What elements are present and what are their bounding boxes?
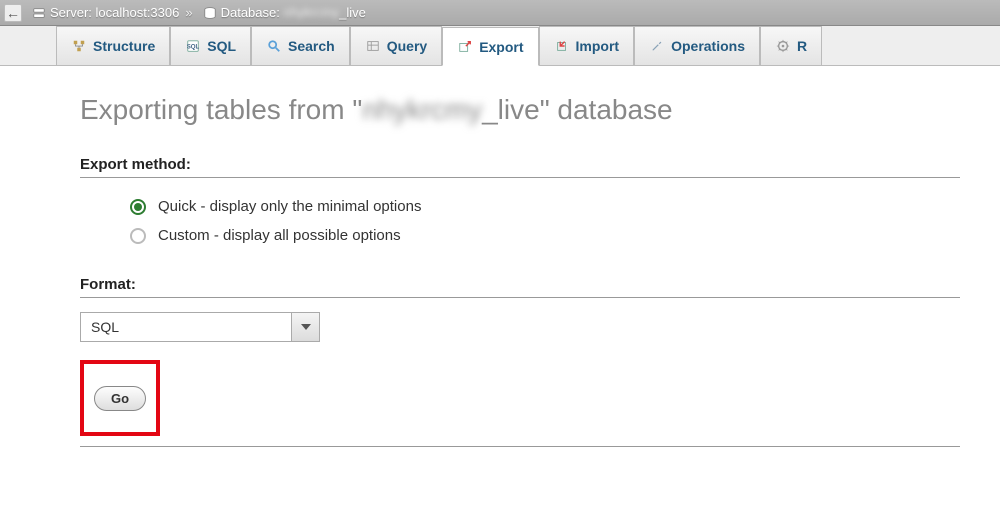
tab-operations[interactable]: Operations	[634, 26, 760, 65]
page-title: Exporting tables from "nhykrcmy_live" da…	[80, 94, 960, 126]
breadcrumb-separator: »	[185, 5, 192, 20]
breadcrumb-db-suffix: _live	[339, 5, 366, 20]
tab-label: Operations	[671, 38, 745, 54]
tab-label: Import	[576, 38, 620, 54]
breadcrumb-db-prefix: Database:	[221, 5, 284, 20]
tab-search[interactable]: Search	[251, 26, 350, 65]
breadcrumb: ← Server: localhost:3306 » Database: nhy…	[0, 0, 1000, 26]
export-icon	[457, 39, 473, 55]
export-method-label: Export method:	[80, 156, 960, 178]
radio-custom[interactable]: Custom - display all possible options	[80, 221, 960, 250]
breadcrumb-db-name-obscured: nhykrcmy	[283, 5, 339, 20]
tab-label: Search	[288, 38, 335, 54]
operations-icon	[649, 38, 665, 54]
tab-label: SQL	[207, 38, 236, 54]
tab-bar: Structure SQL SQL Search Query Export Im…	[0, 26, 1000, 66]
content-area: Exporting tables from "nhykrcmy_live" da…	[0, 66, 1000, 457]
go-button-highlight-box: Go	[80, 360, 160, 436]
search-icon	[266, 38, 282, 54]
import-icon	[554, 38, 570, 54]
page-title-db-obscured: nhykrcmy	[362, 94, 482, 125]
tab-export[interactable]: Export	[442, 27, 538, 66]
query-icon	[365, 38, 381, 54]
svg-text:SQL: SQL	[187, 44, 200, 51]
breadcrumb-server[interactable]: Server: localhost:3306	[50, 5, 179, 20]
tab-sql[interactable]: SQL SQL	[170, 26, 251, 65]
back-button[interactable]: ←	[4, 4, 22, 22]
breadcrumb-database[interactable]: Database: nhykrcmy_live	[221, 5, 366, 20]
bottom-divider	[80, 446, 960, 447]
tab-query[interactable]: Query	[350, 26, 442, 65]
tab-label: Structure	[93, 38, 155, 54]
radio-quick[interactable]: Quick - display only the minimal options	[80, 192, 960, 221]
tab-label: R	[797, 38, 807, 54]
page-title-prefix: Exporting tables from "	[80, 94, 362, 125]
radio-label: Quick - display only the minimal options	[158, 198, 421, 215]
format-label: Format:	[80, 276, 960, 298]
tab-structure[interactable]: Structure	[56, 26, 170, 65]
radio-label: Custom - display all possible options	[158, 227, 401, 244]
sql-icon: SQL	[185, 38, 201, 54]
page-title-db-suffix: _live	[482, 94, 540, 125]
format-selected-value: SQL	[91, 319, 119, 335]
radio-icon	[130, 199, 146, 215]
tab-label: Export	[479, 39, 523, 55]
tab-routines[interactable]: R	[760, 26, 822, 65]
routines-icon	[775, 38, 791, 54]
page-title-suffix: " database	[540, 94, 673, 125]
tab-label: Query	[387, 38, 427, 54]
chevron-down-icon	[291, 313, 319, 341]
tab-import[interactable]: Import	[539, 26, 635, 65]
radio-icon	[130, 228, 146, 244]
structure-icon	[71, 38, 87, 54]
format-select[interactable]: SQL	[80, 312, 320, 342]
database-icon	[203, 6, 217, 20]
go-button[interactable]: Go	[94, 386, 146, 411]
server-icon	[32, 6, 46, 20]
